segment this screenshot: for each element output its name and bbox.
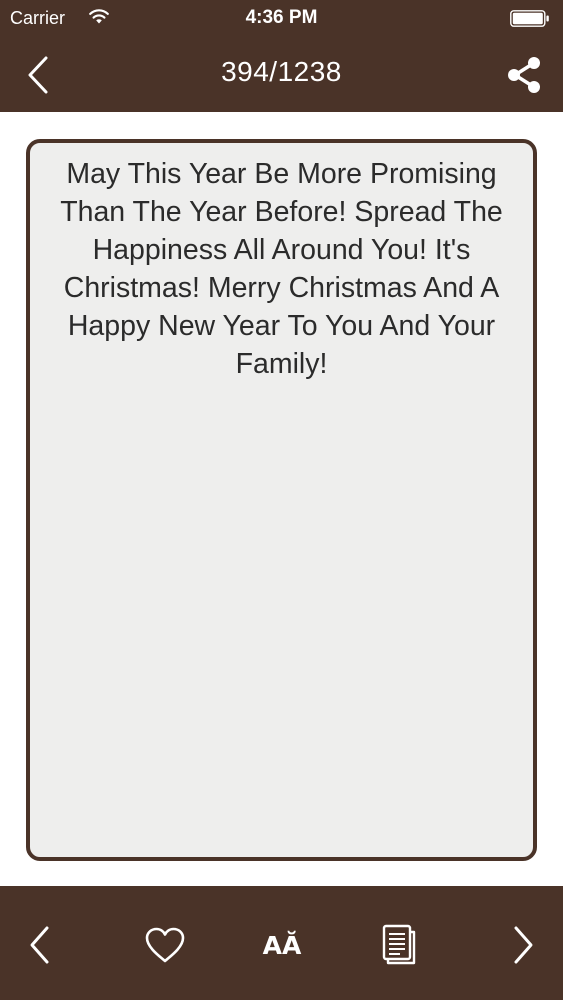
status-bar: Carrier 4:36 PM — [0, 0, 563, 36]
chevron-left-icon — [30, 926, 49, 964]
status-time: 4:36 PM — [245, 7, 318, 28]
chevron-right-icon — [514, 926, 533, 964]
top-bar: Carrier 4:36 PM 394/1238 — [0, 0, 563, 112]
share-icon — [508, 57, 540, 93]
message-text: May This Year Be More Promising Than The… — [60, 158, 503, 380]
favorite-button[interactable] — [141, 921, 189, 969]
previous-button[interactable] — [16, 921, 64, 969]
next-button[interactable] — [499, 921, 547, 969]
bottom-toolbar: AĂ — [0, 886, 563, 1000]
battery-icon — [510, 10, 549, 27]
heart-icon — [145, 927, 185, 963]
font-size-button[interactable]: AĂ — [258, 921, 306, 969]
copy-icon — [382, 924, 416, 965]
share-button[interactable] — [503, 54, 545, 96]
font-size-icon: AĂ — [262, 930, 302, 960]
navigation-bar: 394/1238 — [0, 36, 563, 112]
page-counter: 394/1238 — [221, 56, 342, 87]
copy-button[interactable] — [374, 921, 422, 969]
message-card: May This Year Be More Promising Than The… — [26, 139, 537, 861]
